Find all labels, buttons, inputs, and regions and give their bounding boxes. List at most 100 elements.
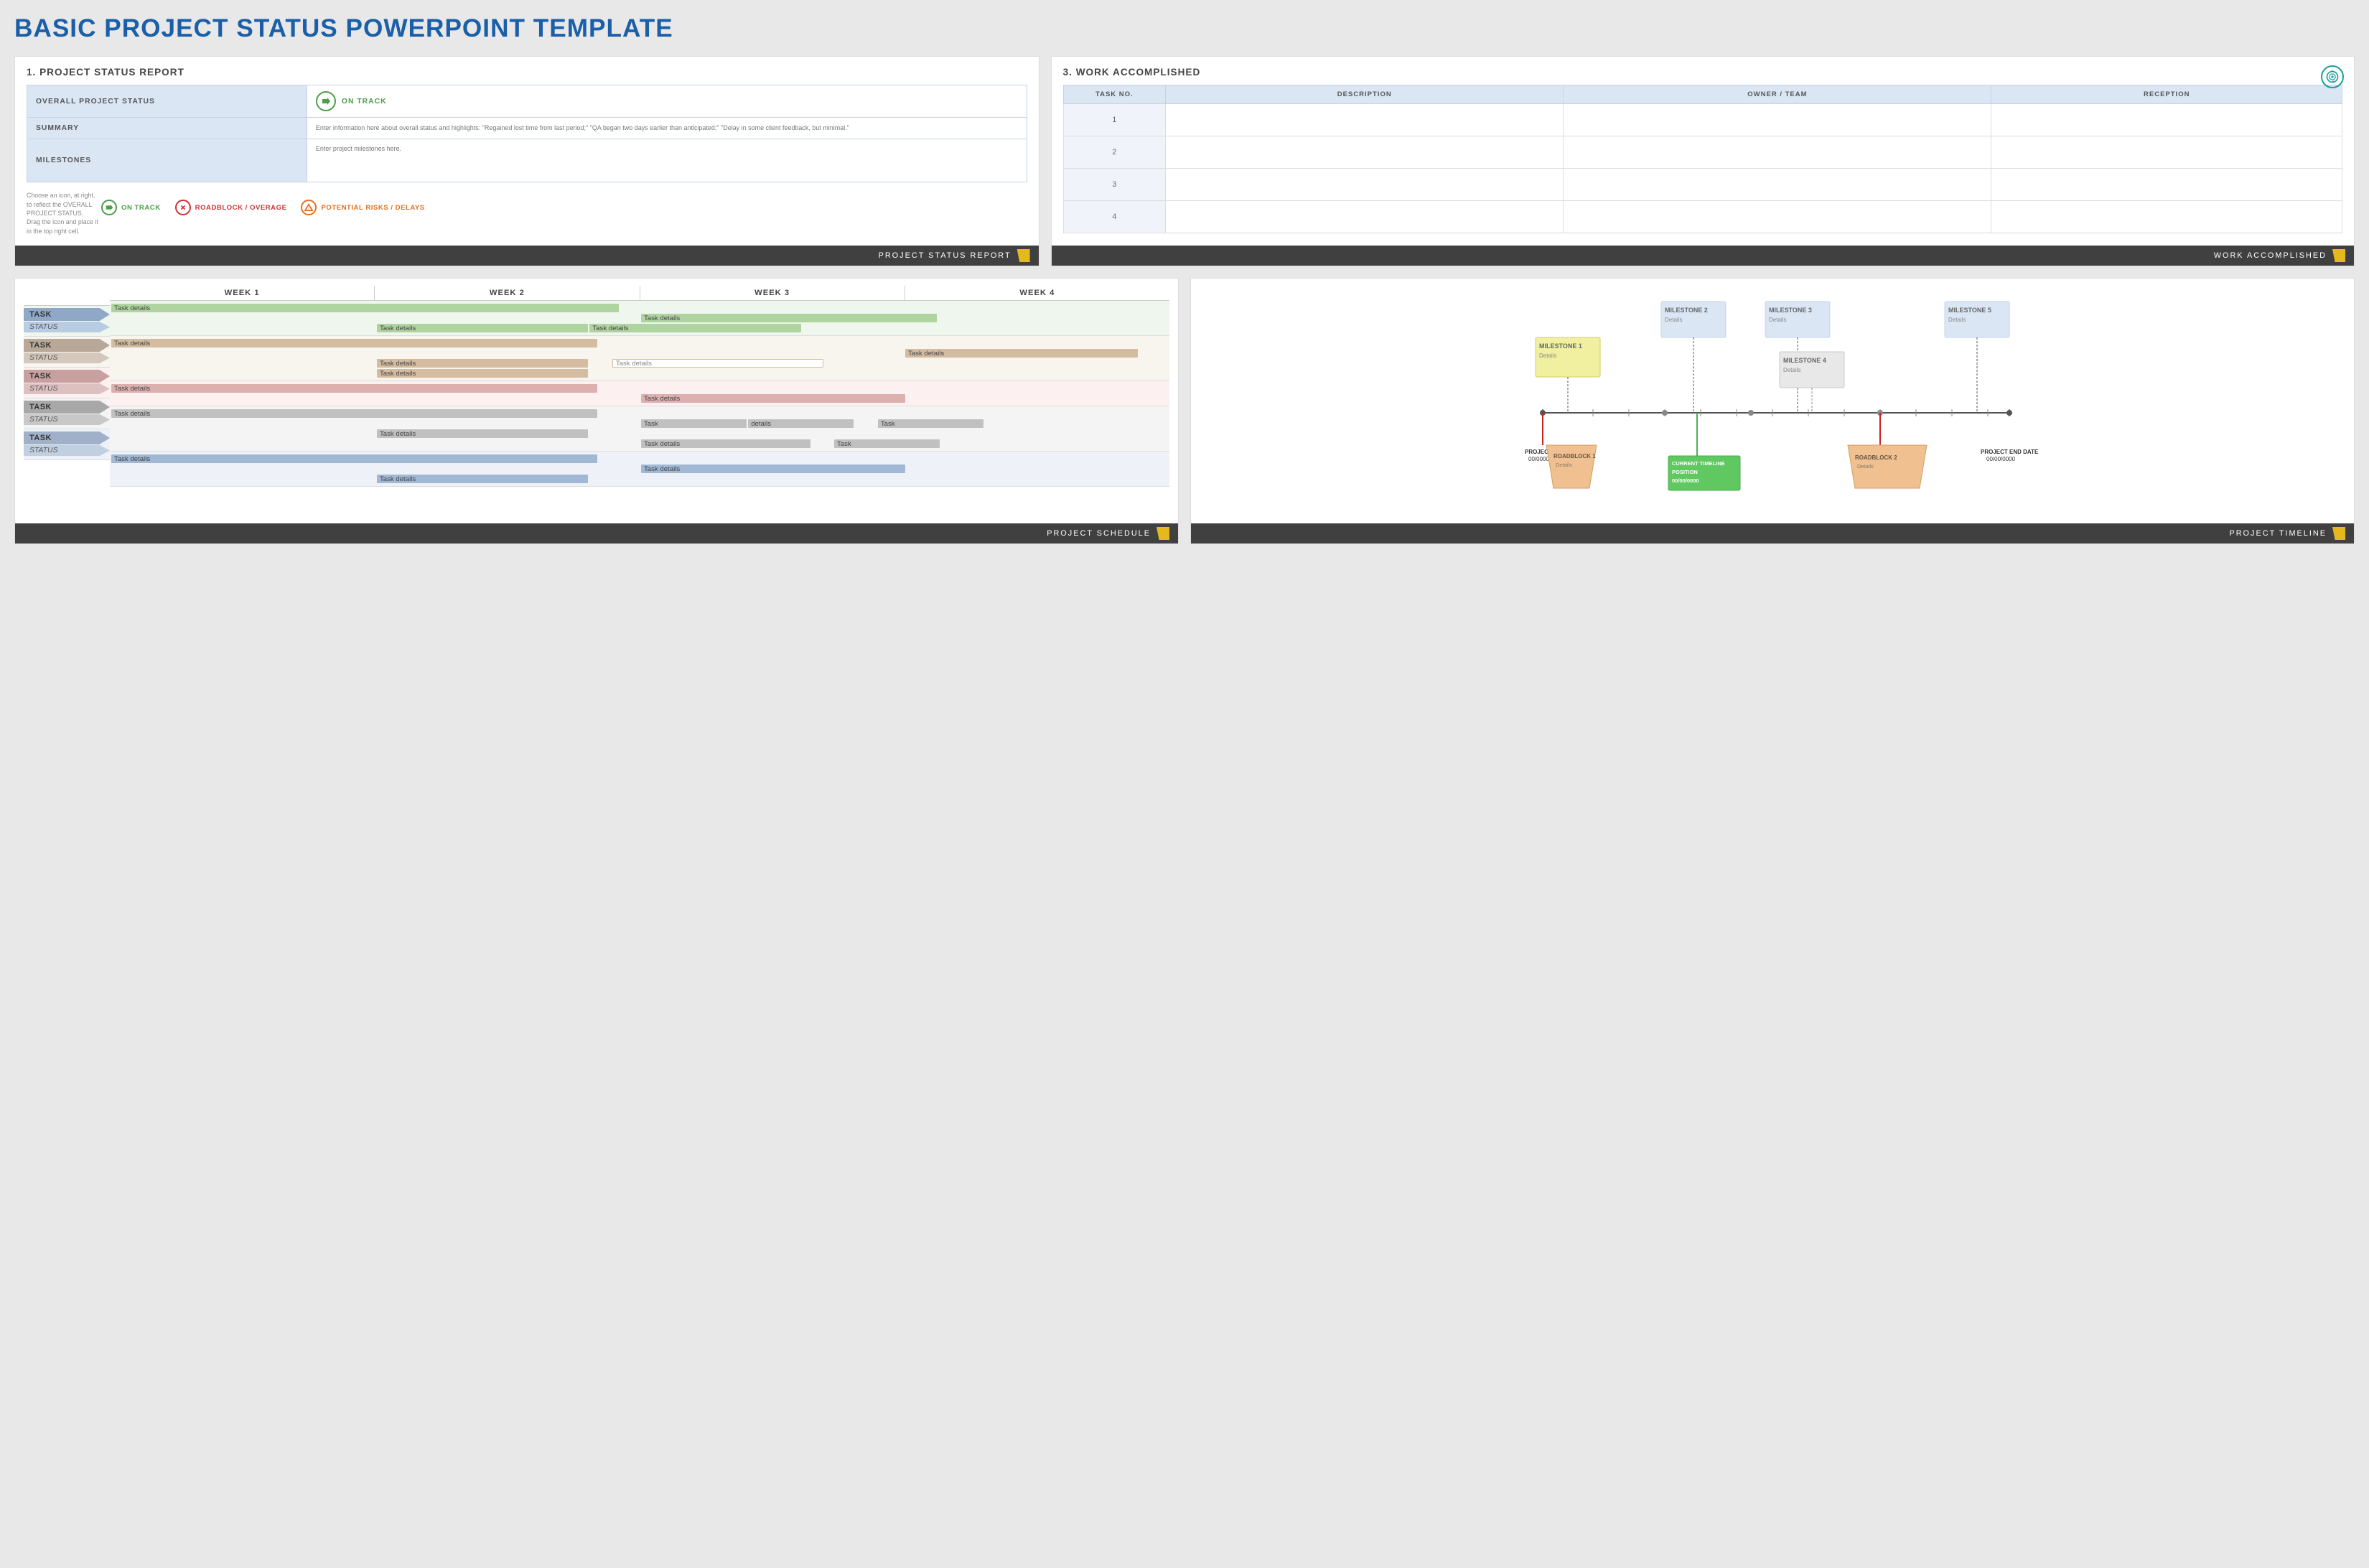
panel4-footer-accent [2332, 527, 2345, 540]
task5-bar1: Task details [111, 454, 597, 463]
work-num-2: 2 [1063, 136, 1166, 169]
task2-bar3b: Task details [612, 359, 823, 368]
summary-label: SUMMARY [27, 118, 307, 139]
task2-bar1: Task details [111, 339, 597, 347]
svg-text:Details: Details [1665, 317, 1682, 323]
task5-bar2: Task details [641, 465, 905, 473]
task1-bars: Task details Task details Task details T… [110, 301, 1169, 336]
task4-bars: Task details Task details Task Task deta… [110, 406, 1169, 452]
work-owner-2 [1564, 136, 1991, 169]
work-num-3: 3 [1063, 169, 1166, 201]
panel1-footer: PROJECT STATUS REPORT [15, 246, 1039, 266]
task1-label: TASK [24, 308, 110, 321]
week-header-row: WEEK 1 WEEK 2 WEEK 3 WEEK 4 [110, 286, 1169, 301]
gantt-chart: TASK STATUS TASK STATUS TASK STATUS [24, 286, 1169, 487]
roadblock-legend-icon [175, 200, 191, 215]
panel3-title: 3. WORK ACCOMPLISHED [1063, 67, 2342, 78]
overall-status-cell: ON TRACK [307, 85, 1027, 118]
svg-text:Details: Details [1556, 462, 1572, 468]
svg-text:Details: Details [1857, 463, 1874, 470]
svg-text:Details: Details [1783, 367, 1800, 373]
status-table: OVERALL PROJECT STATUS ON TRACK [27, 85, 1027, 182]
x-circle-icon [179, 203, 187, 212]
task5-status: STATUS [24, 445, 110, 456]
svg-text:Details: Details [1539, 353, 1556, 359]
task2-status: STATUS [24, 353, 110, 363]
svg-text:CURRENT TIMELINE: CURRENT TIMELINE [1672, 460, 1725, 467]
task-group-1: TASK STATUS [24, 306, 110, 337]
work-owner-3 [1564, 169, 1991, 201]
work-desc-2 [1166, 136, 1564, 169]
legend-roadblock: ROADBLOCK / OVERAGE [175, 200, 287, 215]
task4-bar3: Task details [377, 429, 588, 438]
milestones-label: MILESTONES [27, 139, 307, 182]
task-group-4: TASK STATUS [24, 398, 110, 429]
legend-intro: Choose an icon, at right, to reflect the… [27, 191, 98, 235]
risks-legend-icon: ! [301, 200, 317, 215]
status-row-milestones: MILESTONES Enter project milestones here… [27, 139, 1027, 182]
panel-project-timeline: MILESTONE 1 Details MILESTONE 2 Details … [1190, 278, 2355, 544]
work-owner-4 [1564, 201, 1991, 233]
task2-label: TASK [24, 339, 110, 352]
col-description: DESCRIPTION [1166, 85, 1564, 104]
task-group-3: TASK STATUS [24, 368, 110, 398]
status-row-summary: SUMMARY Enter information here about ove… [27, 118, 1027, 139]
on-track-badge: ON TRACK [316, 91, 1018, 111]
work-reception-2 [1991, 136, 2342, 169]
panel3-footer-text: WORK ACCOMPLISHED [2214, 251, 2327, 260]
panel-work-accomplished: 3. WORK ACCOMPLISHED TASK NO. DESCRIPTIO… [1051, 56, 2355, 266]
task4-label: TASK [24, 401, 110, 414]
page-title: BASIC PROJECT STATUS POWERPOINT TEMPLATE [14, 14, 2355, 43]
work-row-3: 3 [1063, 169, 2342, 201]
svg-text:MILESTONE 3: MILESTONE 3 [1769, 307, 1812, 314]
task5-bars: Task details Task details Task details [110, 452, 1169, 487]
col-owner: OWNER / TEAM [1564, 85, 1991, 104]
panel-project-schedule: TASK STATUS TASK STATUS TASK STATUS [14, 278, 1179, 544]
task4-status: STATUS [24, 414, 110, 425]
target-svg [2325, 70, 2340, 84]
task1-bar1: Task details [111, 304, 619, 312]
task4-bar2c: Task [878, 419, 983, 428]
work-desc-1 [1166, 104, 1564, 136]
svg-text:MILESTONE 5: MILESTONE 5 [1948, 307, 1991, 314]
legend-risks: ! POTENTIAL RISKS / DELAYS [301, 200, 424, 215]
task1-bar3a: Task details [377, 324, 588, 332]
task3-status: STATUS [24, 383, 110, 394]
svg-text:MILESTONE 1: MILESTONE 1 [1539, 342, 1582, 350]
on-track-legend-icon [101, 200, 117, 215]
svg-text:MILESTONE 4: MILESTONE 4 [1783, 357, 1826, 364]
panel4-footer-text: PROJECT TIMELINE [2229, 529, 2327, 538]
gantt-bars: WEEK 1 WEEK 2 WEEK 3 WEEK 4 Task details… [110, 286, 1169, 487]
svg-text:ROADBLOCK 1: ROADBLOCK 1 [1553, 453, 1596, 459]
task1-bar2: Task details [641, 314, 937, 322]
status-row-overall: OVERALL PROJECT STATUS ON TRACK [27, 85, 1027, 118]
task3-bar1: Task details [111, 384, 597, 393]
col-reception: RECEPTION [1991, 85, 2342, 104]
work-desc-4 [1166, 201, 1564, 233]
task5-label: TASK [24, 431, 110, 444]
task1-bar3b: Task details [589, 324, 800, 332]
panel1-title: 1. PROJECT STATUS REPORT [27, 67, 1027, 78]
gantt-labels: TASK STATUS TASK STATUS TASK STATUS [24, 286, 110, 487]
work-row-1: 1 [1063, 104, 2342, 136]
work-reception-4 [1991, 201, 2342, 233]
task1-status: STATUS [24, 322, 110, 332]
svg-text:PROJECT END DATE: PROJECT END DATE [1981, 449, 2039, 455]
panel2-footer: PROJECT SCHEDULE [15, 523, 1178, 543]
week3-header: WEEK 3 [640, 286, 905, 300]
svg-text:00/00/0000: 00/00/0000 [1986, 456, 2016, 462]
panel4-footer: PROJECT TIMELINE [1191, 523, 2354, 543]
task2-bar3a: Task details [377, 359, 588, 368]
work-row-2: 2 [1063, 136, 2342, 169]
work-owner-1 [1564, 104, 1991, 136]
milestones-content: Enter project milestones here. [307, 139, 1027, 182]
panel3-footer-accent [2332, 249, 2345, 262]
panel2-footer-accent [1157, 527, 1169, 540]
panel1-footer-accent [1017, 249, 1030, 262]
panel1-footer-text: PROJECT STATUS REPORT [879, 251, 1011, 260]
on-track-icon [316, 91, 336, 111]
svg-text:ROADBLOCK 2: ROADBLOCK 2 [1855, 454, 1897, 461]
work-num-1: 1 [1063, 104, 1166, 136]
overall-label: OVERALL PROJECT STATUS [27, 85, 307, 118]
work-desc-3 [1166, 169, 1564, 201]
